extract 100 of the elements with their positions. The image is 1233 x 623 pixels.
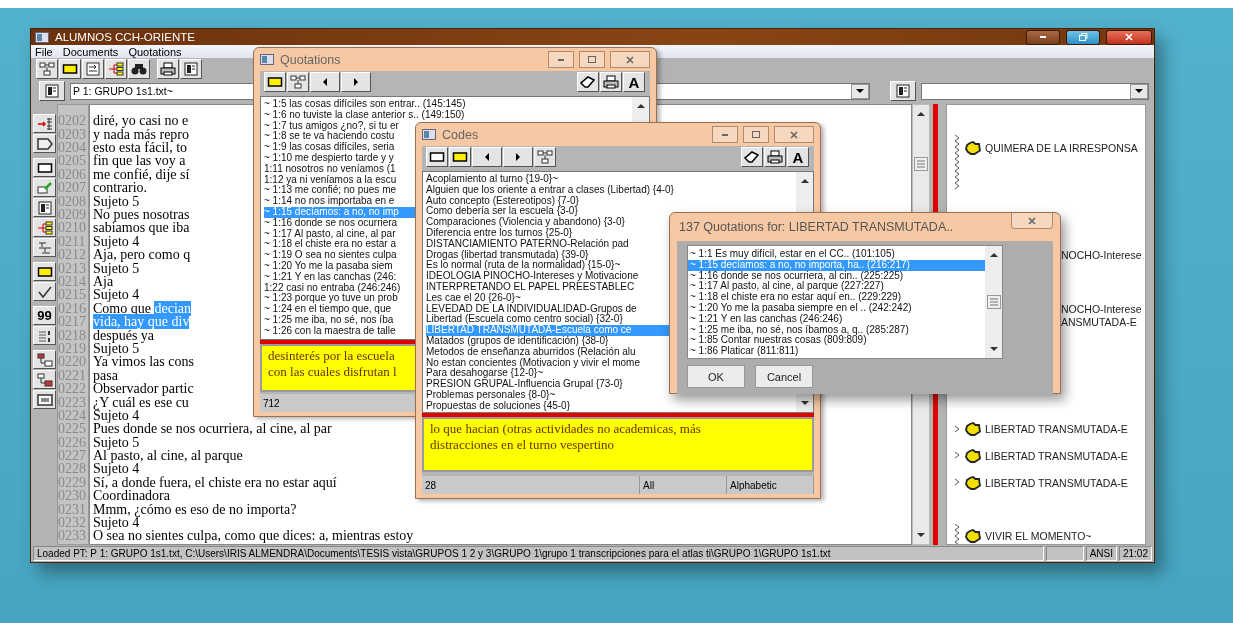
- list-item[interactable]: ~ 1:9 las cosas difíciles, seria: [264, 142, 395, 153]
- toolbar-button[interactable]: [157, 59, 179, 79]
- list-item[interactable]: Propuestas de soluciones {45-0}: [426, 400, 570, 412]
- list-item[interactable]: Metodos de enseñanza aburridos (Relación alu: [426, 346, 636, 358]
- list-item[interactable]: ~ 1:5 las cosas difíciles son entrar.. (145:145): [264, 99, 466, 110]
- list-item[interactable]: ~ 1:1 Es muy difícil, estar en el CC.. (101:105): [688, 249, 895, 260]
- list-item[interactable]: ~ 1:23 porque yo tuve un prob: [264, 293, 398, 305]
- list-item[interactable]: ~ 1:14 no nos importaba en e: [264, 196, 395, 207]
- font-button[interactable]: A: [787, 147, 809, 167]
- list-item[interactable]: ~ 1:85 Contar nuestras cosas (809:809): [688, 335, 867, 347]
- list-item[interactable]: ~ 1:16 donde se nos ocurriera, al cin.. (225:225): [688, 270, 904, 282]
- list-item[interactable]: Diferencia entre los turnos {25-0}: [426, 228, 573, 239]
- tool-button[interactable]: [33, 114, 56, 133]
- close-button[interactable]: [1106, 29, 1152, 45]
- list-item[interactable]: Como debería ser la escuela {3-0}: [426, 206, 578, 218]
- previous-button[interactable]: [472, 147, 502, 167]
- toolbar-button[interactable]: [287, 72, 309, 92]
- list-item[interactable]: ~ 1:20 Yo me la pasaba siempre en el .. (242:242): [688, 303, 912, 314]
- list-item[interactable]: ~ 1:8 se te va haciendo costu: [264, 131, 395, 143]
- window-title: ALUMNOS CCH-ORIENTE: [55, 31, 195, 43]
- list-item[interactable]: Matados (grupos de identificación) {38-0}: [426, 335, 609, 347]
- next-button[interactable]: [503, 147, 533, 167]
- list-item[interactable]: Auto concepto (Estereotipos) {7-0}: [426, 195, 579, 207]
- list-item[interactable]: PRESION GRUPAL-Influencia Grupal {73-0}: [426, 379, 623, 390]
- toolbar-button[interactable]: [128, 59, 150, 79]
- tool-button[interactable]: [33, 282, 56, 301]
- list-item[interactable]: ~ 1:20 Yo me la pasaba siem: [264, 260, 393, 272]
- list-item[interactable]: ~ 1:25 me iba, no sé, nos íba: [264, 314, 394, 326]
- previous-button[interactable]: [310, 72, 340, 92]
- list-item[interactable]: Para desahogarse {12-0}~: [426, 368, 544, 380]
- toolbar-button[interactable]: [534, 147, 556, 167]
- list-item[interactable]: ~ 1:10 me despierto tarde y y: [264, 153, 394, 164]
- menu-item[interactable]: File: [35, 45, 53, 58]
- list-item[interactable]: ~ 1:7 tus amigos ¿no?, si tu er: [264, 120, 399, 132]
- list-item[interactable]: ~ 1:19 O sea no sientes culpa: [264, 250, 397, 261]
- toolbar-button[interactable]: [741, 147, 763, 167]
- list-item[interactable]: ~ 1:18 el chiste era no estar aquí en.. (229:229): [688, 292, 901, 303]
- list-item[interactable]: 1:11 nosotros no veníamos (1: [264, 163, 396, 175]
- quote-button[interactable]: 99: [33, 306, 56, 325]
- toolbar-button[interactable]: [82, 59, 104, 79]
- list-item[interactable]: ~ 1:18 el chiste era no estar a: [264, 239, 397, 251]
- toolbar-button[interactable]: [180, 59, 202, 79]
- toolbar-button[interactable]: [36, 59, 58, 79]
- toolbar-button[interactable]: [426, 147, 448, 167]
- list-item[interactable]: IDEOLOGIA PINOCHO-Intereses y Motivacione: [426, 271, 639, 282]
- toolbar-button[interactable]: [577, 72, 599, 92]
- tool-button[interactable]: [33, 198, 56, 217]
- maximize-button[interactable]: [743, 126, 769, 143]
- dropdown[interactable]: [921, 82, 1149, 100]
- toolbar-button[interactable]: [39, 81, 65, 101]
- list-item[interactable]: ~ 1:17 Al pasto, al cine, al par: [264, 228, 396, 240]
- tool-button[interactable]: [33, 158, 56, 177]
- dialog-button[interactable]: OK: [687, 365, 745, 388]
- list-item[interactable]: Alguien que los oriente a entrar a clases (Libertad) {4-0}: [426, 184, 674, 196]
- toolbar-button[interactable]: [105, 59, 127, 79]
- restore-button[interactable]: [1066, 29, 1100, 45]
- tool-button[interactable]: [33, 390, 56, 409]
- tool-button[interactable]: [33, 326, 56, 345]
- list-item[interactable]: ~ 1:17 Al pasto, al cine, al parque (227:227): [688, 281, 884, 293]
- list-item[interactable]: Comparaciones (Violencia y abandono) {3-0}: [426, 217, 625, 228]
- list-item[interactable]: ~ 1:13 me confié; no pues me: [264, 185, 397, 197]
- tool-button[interactable]: [33, 134, 56, 153]
- list-item[interactable]: LEVEDAD DE LA INDIVIDUALIDAD-Grupos de: [426, 303, 637, 315]
- tool-button[interactable]: [33, 370, 56, 389]
- list-item[interactable]: ~ 1:26 con la maestra de talle: [264, 325, 396, 337]
- list-item[interactable]: DISTANCIAMIENTO PATERNO-Relación pad: [426, 238, 629, 250]
- list-item[interactable]: 1:22 casi no entraba (246:246): [264, 282, 401, 294]
- menu-item[interactable]: Documents: [62, 45, 119, 58]
- list-item[interactable]: ~ 1:21 Y en las canchas (246:: [264, 271, 397, 283]
- tool-button[interactable]: [33, 238, 56, 257]
- list-item[interactable]: Es lo normal (ruta de la normalidad) {15-0}~: [426, 260, 621, 272]
- tool-button[interactable]: [33, 218, 56, 237]
- list-item[interactable]: ~ 1:86 Platicar (811:811): [688, 346, 799, 357]
- list-item[interactable]: ~ 1:6 no tuviste la clase anterior s.. (149:150): [264, 109, 465, 121]
- list-item[interactable]: ~ 1:24 en el tiempo que, que: [264, 304, 392, 315]
- list-item[interactable]: 1:12 ya ni veníamos a la escu: [264, 174, 397, 186]
- dialog-button[interactable]: Cancel: [755, 365, 813, 388]
- maximize-button[interactable]: [579, 51, 605, 68]
- list-item[interactable]: ~ 1:21 Y en las canchas (246:246): [688, 313, 843, 325]
- menu-item[interactable]: Quotations: [128, 45, 182, 58]
- list-item[interactable]: INTERPRETANDO EL PAPEL PREESTABLEC: [426, 281, 635, 293]
- list-item[interactable]: Libertad (Escuela como centro social) {32-0}: [426, 314, 623, 326]
- tool-button[interactable]: [33, 350, 56, 369]
- toolbar-button[interactable]: [59, 59, 81, 79]
- toolbar-button[interactable]: [600, 72, 622, 92]
- font-button[interactable]: A: [623, 72, 645, 92]
- toolbar-button[interactable]: [264, 72, 286, 92]
- toolbar-button[interactable]: [449, 147, 471, 167]
- toolbar-button[interactable]: [890, 81, 916, 101]
- toolbar-button[interactable]: [764, 147, 786, 167]
- list-item[interactable]: Acoplamiento al turno {19-0}~: [426, 174, 559, 185]
- list-item[interactable]: No estan concientes (Motivacion y vivir el mome: [426, 357, 640, 369]
- list-item[interactable]: Les cae el 20 {26-0}~: [426, 292, 521, 304]
- line-number: 0219: [58, 341, 87, 356]
- list-item[interactable]: ~ 1:16 donde se nos ocurriera: [264, 217, 398, 229]
- list-item[interactable]: Drogas (libertad transmutada) {39-0}: [426, 249, 589, 261]
- tool-button[interactable]: [33, 178, 56, 197]
- next-button[interactable]: [341, 72, 371, 92]
- tool-button[interactable]: [33, 262, 56, 281]
- minimize-button[interactable]: [1026, 29, 1060, 45]
